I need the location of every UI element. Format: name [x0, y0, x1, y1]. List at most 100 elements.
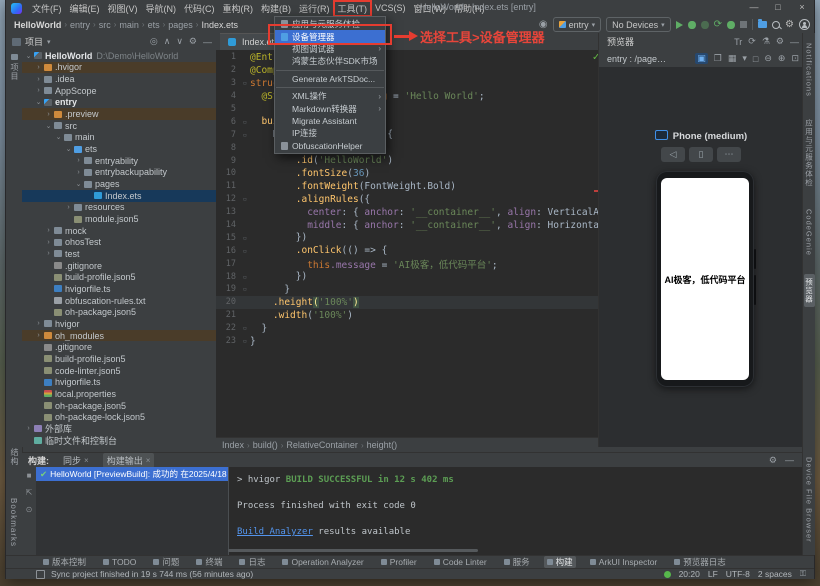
settings-gear-icon[interactable]: ⚙: [785, 16, 794, 33]
tree-chevron-icon[interactable]: ⌄: [24, 52, 33, 60]
tool-window-button[interactable]: Operation Analyzer: [279, 556, 366, 568]
right-tab[interactable]: Device File Browser: [805, 453, 814, 547]
editor-crumb[interactable]: RelativeContainer: [286, 440, 358, 450]
tree-row[interactable]: hvigorfile.ts: [22, 283, 216, 295]
tree-row[interactable]: › ohosTest: [22, 237, 216, 249]
code-line[interactable]: 14 middle: { anchor: '__container__', al…: [216, 219, 598, 232]
tree-chevron-icon[interactable]: ›: [44, 227, 53, 234]
maximize-button[interactable]: □: [766, 0, 790, 15]
tab-project-vertical[interactable]: 项目: [9, 54, 20, 81]
phone-screen[interactable]: AI极客，低代码平台: [661, 178, 749, 380]
tree-chevron-icon[interactable]: ›: [64, 204, 73, 211]
tree-chevron-icon[interactable]: ›: [34, 76, 43, 83]
breadcrumb-item[interactable]: Index.ets: [201, 20, 238, 30]
tree-chevron-icon[interactable]: ›: [74, 157, 83, 164]
tree-row[interactable]: hvigorfile.ts: [22, 376, 216, 388]
tree-chevron-icon[interactable]: ›: [34, 64, 43, 71]
tree-chevron-icon[interactable]: ›: [44, 239, 53, 246]
previewer-settings-icon[interactable]: ⚙: [776, 36, 784, 47]
menu-item[interactable]: 编辑(E): [66, 1, 104, 16]
pin-icon[interactable]: ⊙: [26, 505, 33, 514]
status-item[interactable]: UTF-8: [726, 569, 750, 579]
tab-bookmarks-vertical[interactable]: Bookmarks: [9, 498, 18, 547]
tool-window-button[interactable]: TODO: [100, 556, 139, 568]
fold-marker-icon[interactable]: ▫: [240, 234, 250, 242]
rotate-left-button[interactable]: ◁: [661, 147, 685, 162]
fold-marker-icon[interactable]: ▫: [240, 285, 250, 293]
project-structure-icon[interactable]: [758, 21, 767, 28]
tree-chevron-icon[interactable]: ⌄: [54, 133, 63, 141]
right-tab[interactable]: 应用与元服务体检: [804, 115, 815, 191]
tool-window-button[interactable]: 构建: [544, 556, 576, 568]
code-line[interactable]: 9 .id('HelloWorld'): [216, 154, 598, 167]
tools-menu-item[interactable]: Generate ArkTSDoc...: [275, 73, 385, 85]
tree-chevron-icon[interactable]: ⌄: [44, 122, 53, 130]
zoom-out-icon[interactable]: ⊖: [764, 53, 772, 64]
module-selector[interactable]: entry ▾: [553, 17, 602, 32]
phone-screen-text[interactable]: AI极客，低代码平台: [664, 273, 745, 286]
tools-menu-item[interactable]: 鸿蒙生态伙伴SDK市场: [275, 55, 385, 67]
code-line[interactable]: 11 .fontWeight(FontWeight.Bold): [216, 180, 598, 193]
tool-window-button[interactable]: 版本控制: [40, 556, 89, 568]
breadcrumb-item[interactable]: main: [119, 20, 139, 30]
fold-marker-icon[interactable]: ▫: [240, 131, 250, 139]
panel-settings-icon[interactable]: ⚙: [189, 36, 197, 47]
debug-button[interactable]: [688, 21, 696, 29]
code-line[interactable]: 23 ▫ }: [216, 335, 598, 348]
tree-row[interactable]: build-profile.json5: [22, 353, 216, 365]
breadcrumb-item[interactable]: ets: [148, 20, 160, 30]
tree-row[interactable]: build-profile.json5: [22, 271, 216, 283]
device-selector[interactable]: No Devices ▾: [606, 17, 671, 32]
tree-chevron-icon[interactable]: ›: [44, 250, 53, 257]
code-line[interactable]: 22 ▫ }: [216, 322, 598, 335]
tree-row[interactable]: code-linter.json5: [22, 365, 216, 377]
tree-row[interactable]: module.json5: [22, 213, 216, 225]
fold-marker-icon[interactable]: ▫: [240, 324, 250, 332]
tools-menu-item[interactable]: ObfuscationHelper: [275, 140, 385, 152]
inspect-icon[interactable]: ▣: [695, 53, 708, 64]
stop-build-icon[interactable]: ■: [27, 471, 32, 480]
menu-item[interactable]: 构建(B): [257, 1, 295, 16]
code-line[interactable]: 13 center: { anchor: '__container__', al…: [216, 206, 598, 219]
editor-crumb[interactable]: height(): [367, 440, 398, 450]
tree-row[interactable]: .gitignore: [22, 260, 216, 272]
tree-chevron-icon[interactable]: ›: [24, 425, 33, 432]
tool-window-button[interactable]: 问题: [150, 556, 182, 568]
code-line[interactable]: 15 ▫ }): [216, 231, 598, 244]
tools-menu-item[interactable]: IP连接: [275, 127, 385, 139]
code-line[interactable]: 19 ▫ }: [216, 283, 598, 296]
breadcrumb-item[interactable]: pages: [168, 20, 193, 30]
tree-row[interactable]: › AppScope: [22, 85, 216, 97]
tree-chevron-icon[interactable]: ⌄: [34, 98, 43, 106]
tree-row[interactable]: › hvigor: [22, 318, 216, 330]
tree-row[interactable]: 临时文件和控制台: [22, 435, 216, 447]
tools-menu-item[interactable]: 视图调试器 ›: [275, 43, 385, 55]
tree-chevron-icon[interactable]: ›: [34, 332, 43, 339]
build-tab[interactable]: 同步 ×: [59, 453, 93, 468]
orientation-button[interactable]: ▯: [689, 147, 713, 162]
chevron-down-icon[interactable]: ▾: [742, 53, 747, 64]
tools-menu-item[interactable]: Markdown转换器 ›: [275, 102, 385, 114]
tree-row[interactable]: local.properties: [22, 388, 216, 400]
zoom-in-icon[interactable]: ⊕: [778, 53, 786, 64]
right-tab[interactable]: Notifications: [805, 39, 814, 101]
build-console[interactable]: > hvigor BUILD SUCCESSFUL in 12 s 402 ms…: [228, 467, 802, 555]
search-everywhere-icon[interactable]: [772, 21, 780, 29]
tree-row[interactable]: › 外部库: [22, 423, 216, 435]
menu-item[interactable]: 导航(N): [142, 1, 181, 16]
tree-chevron-icon[interactable]: ⌄: [74, 180, 83, 188]
status-item[interactable]: 20:20: [679, 569, 700, 579]
close-button[interactable]: ×: [790, 0, 814, 15]
tab-structure-vertical[interactable]: 结构: [9, 448, 20, 466]
tools-menu-item[interactable]: XML操作 ›: [275, 90, 385, 102]
tree-row[interactable]: ⌄ src: [22, 120, 216, 132]
tools-menu-item[interactable]: Migrate Assistant: [275, 115, 385, 127]
tool-window-button[interactable]: 预览器日志: [671, 556, 729, 568]
preview-target-label[interactable]: entry : /page…: [607, 54, 666, 64]
breadcrumb-item[interactable]: entry: [70, 20, 90, 30]
tree-row[interactable]: .gitignore: [22, 341, 216, 353]
tree-row[interactable]: › entryability: [22, 155, 216, 167]
menu-item[interactable]: 视图(V): [104, 1, 142, 16]
tree-row[interactable]: ⌄ pages: [22, 178, 216, 190]
layers-icon[interactable]: ❐: [714, 53, 722, 64]
